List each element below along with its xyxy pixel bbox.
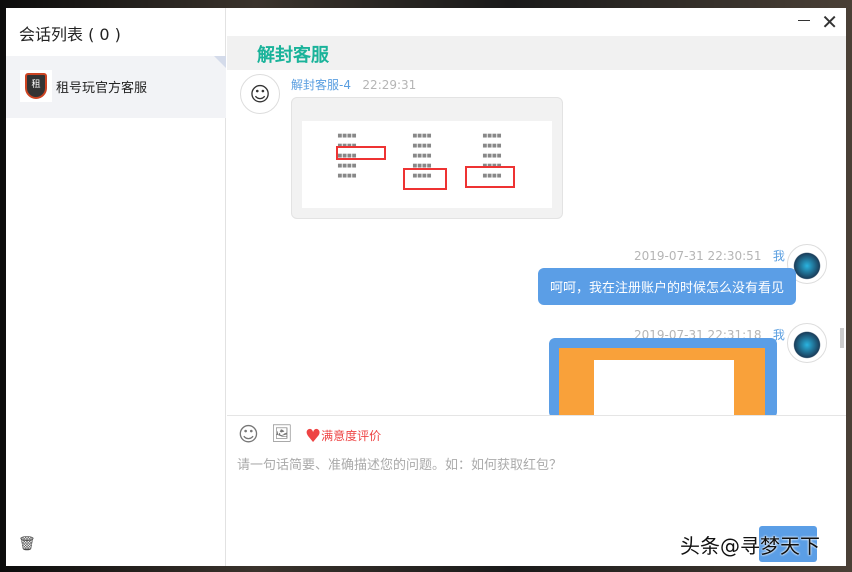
timestamp: 22:29:31 xyxy=(362,78,417,92)
image-message[interactable]: ■■■■ ■■■■ ■■■■ ■■■■ ■■■■ ■■■■ ■■■■ ■■■■ ■■■■ ■■■… xyxy=(291,97,563,219)
text-message: 呵呵，我在注册账户的时候怎么没有看见 xyxy=(538,268,797,305)
message-input[interactable]: 请一句话简要、准确描述您的问题。如：如何获取红包？ xyxy=(237,454,562,473)
screenshot-image: ■■■■ ■■■■ ■■■■ ■■■■ ■■■■ ■■■■ ■■■■ ■■■■ ■■■■ ■■■… xyxy=(302,121,552,208)
chat-title: 解封客服 xyxy=(257,45,329,66)
active-indicator xyxy=(214,56,226,68)
chat-window: 会话列表 ( 0 ) 租 租号玩官方客服 🗑 ✕ 解封客服 ☺ 解封客服-4 2… xyxy=(6,8,846,566)
message-meta: 解封客服-4 22:29:31 xyxy=(291,76,416,93)
watermark: 头条@寻梦天下 xyxy=(680,534,820,558)
close-button[interactable]: ✕ xyxy=(821,10,838,34)
input-toolbar: ☺ 🖼 ♥满意度评价 xyxy=(227,415,846,455)
conversation-logo: 租 xyxy=(20,70,52,102)
message-list[interactable]: ☺ 解封客服-4 22:29:31 ■■■■ ■■■■ ■■■■ ■■■■ ■■■■ ■… xyxy=(227,70,846,415)
heart-icon: ♥ xyxy=(305,426,322,447)
screenshot-card xyxy=(594,360,734,415)
satisfaction-rating-button[interactable]: ♥满意度评价 xyxy=(305,426,381,447)
conversation-name: 租号玩官方客服 xyxy=(56,81,148,96)
minimize-button[interactable] xyxy=(798,20,810,21)
image-icon[interactable]: 🖼 xyxy=(271,424,293,444)
sender-name: 我 xyxy=(772,249,785,263)
scrollbar[interactable] xyxy=(840,328,844,348)
conversation-item[interactable]: 租 租号玩官方客服 xyxy=(6,56,226,118)
emoji-icon[interactable]: ☺ xyxy=(238,422,259,446)
conversation-sidebar: 会话列表 ( 0 ) 租 租号玩官方客服 🗑 xyxy=(6,8,226,566)
trash-icon[interactable]: 🗑 xyxy=(18,536,36,552)
message-meta: 2019-07-31 22:30:51 我 xyxy=(634,247,785,264)
image-message[interactable] xyxy=(549,338,777,415)
sender-name: 解封客服-4 xyxy=(291,78,351,92)
chat-panel: ✕ 解封客服 ☺ 解封客服-4 22:29:31 ■■■■ ■■■■ ■■■■ ■■■… xyxy=(227,8,846,566)
conversation-list-title: 会话列表 ( 0 ) xyxy=(19,25,121,44)
shield-icon: 租 xyxy=(25,73,47,99)
satisfaction-label: 满意度评价 xyxy=(321,429,382,443)
timestamp: 2019-07-31 22:30:51 xyxy=(634,249,762,263)
user-avatar xyxy=(787,323,827,363)
chat-header: 解封客服 xyxy=(227,36,846,70)
agent-avatar-headset-icon: ☺ xyxy=(240,74,280,114)
